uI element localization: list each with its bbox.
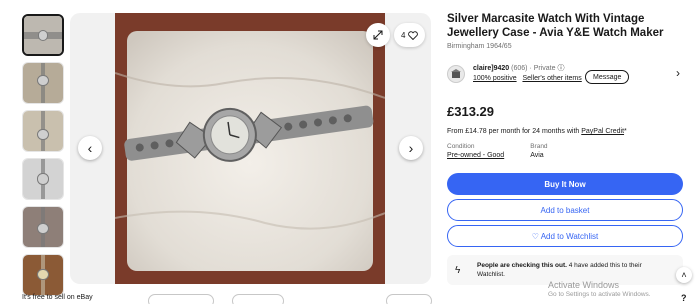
listing-details: Silver Marcasite Watch With Vintage Jewe… [447,12,692,285]
finance-suffix: * [624,128,627,135]
finance-line: From £14.78 per month for 24 months with… [447,128,692,135]
product-photo[interactable] [115,13,385,284]
main-image-viewer: ‹ › 4 [70,13,431,284]
message-seller-button[interactable]: Message [585,70,630,84]
activate-windows-watermark: Activate Windows Go to Settings to activ… [548,280,651,298]
activate-subtitle: Go to Settings to activate Windows. [548,291,651,298]
seller-avatar[interactable] [447,65,465,83]
thumbnail-5[interactable] [22,206,64,248]
add-to-basket-button[interactable]: Add to basket [447,199,683,221]
lightning-icon: ϟ [455,264,461,276]
activity-notice-text: People are checking this out. 4 have add… [477,261,642,279]
price: £313.29 [447,104,494,119]
next-image-button[interactable]: › [399,136,423,160]
chevron-up-icon: ˄ [681,270,687,280]
watch-photo-illustration [115,13,385,284]
thumbnail-4[interactable] [22,158,64,200]
activate-title: Activate Windows [548,280,620,290]
separator [519,75,521,82]
brand-label: Brand [530,143,548,150]
brand-col: Brand Avia [530,143,547,159]
notice-line2: Watchlist. [477,271,505,278]
info-icon[interactable]: ⓘ [557,65,564,72]
bottom-pill-middle[interactable] [232,294,284,304]
watchers-count: 4 [401,30,406,40]
notice-bold: People are checking this out. [477,262,567,269]
add-to-watchlist-button[interactable]: ♡ Add to Watchlist [447,225,683,247]
thumbnail-3[interactable] [22,110,64,152]
seller-positive-link[interactable]: 100% positive [473,75,517,82]
notice-rest: 4 have added this to their [566,262,642,269]
heart-icon [408,30,419,40]
brand-value: Avia [530,152,544,159]
listing-subtitle: Birmingham 1964/65 [447,43,512,50]
seller-type: · Private [529,65,556,72]
seller-info: claire]9420 (606) · Private ⓘ 100% posit… [473,64,582,84]
condition-label: Condition [447,143,475,150]
chevron-right-icon[interactable]: › [676,66,680,80]
thumbnail-1[interactable] [22,14,64,56]
chevron-left-icon: ‹ [87,140,93,156]
seller-other-items-link[interactable]: Seller's other items [522,75,581,82]
scroll-to-top-button[interactable]: ˄ [676,267,692,283]
condition-value[interactable]: Pre-owned - Good [447,152,504,159]
seller-feedback: (606) [511,65,528,72]
buy-it-now-button[interactable]: Buy It Now [447,173,683,195]
bottom-pill-right[interactable] [386,294,432,304]
previous-image-button[interactable]: ‹ [78,136,102,160]
store-icon [451,69,461,78]
paypal-credit-link[interactable]: PayPal Credit [581,128,624,135]
thumbnail-6[interactable] [22,254,64,296]
condition-col: Condition Pre-owned - Good [447,143,504,159]
thumbnail-list [22,14,66,302]
thumbnail-2[interactable] [22,62,64,104]
expand-image-button[interactable] [366,23,390,47]
chevron-right-icon: › [408,140,414,156]
expand-icon [373,30,383,40]
finance-text: From £14.78 per month for 24 months with [447,128,580,135]
listing-title: Silver Marcasite Watch With Vintage Jewe… [447,13,664,39]
help-icon[interactable]: ? [681,293,687,303]
bottom-pill-left[interactable] [148,294,214,304]
seller-name[interactable]: claire]9420 [473,65,509,72]
sell-on-ebay-text: It's free to sell on eBay [22,294,93,301]
seller-card: claire]9420 (606) · Private ⓘ 100% posit… [447,62,692,86]
item-specifics: Condition Pre-owned - Good Brand Avia [447,143,692,159]
watchers-button[interactable]: 4 [394,23,426,47]
